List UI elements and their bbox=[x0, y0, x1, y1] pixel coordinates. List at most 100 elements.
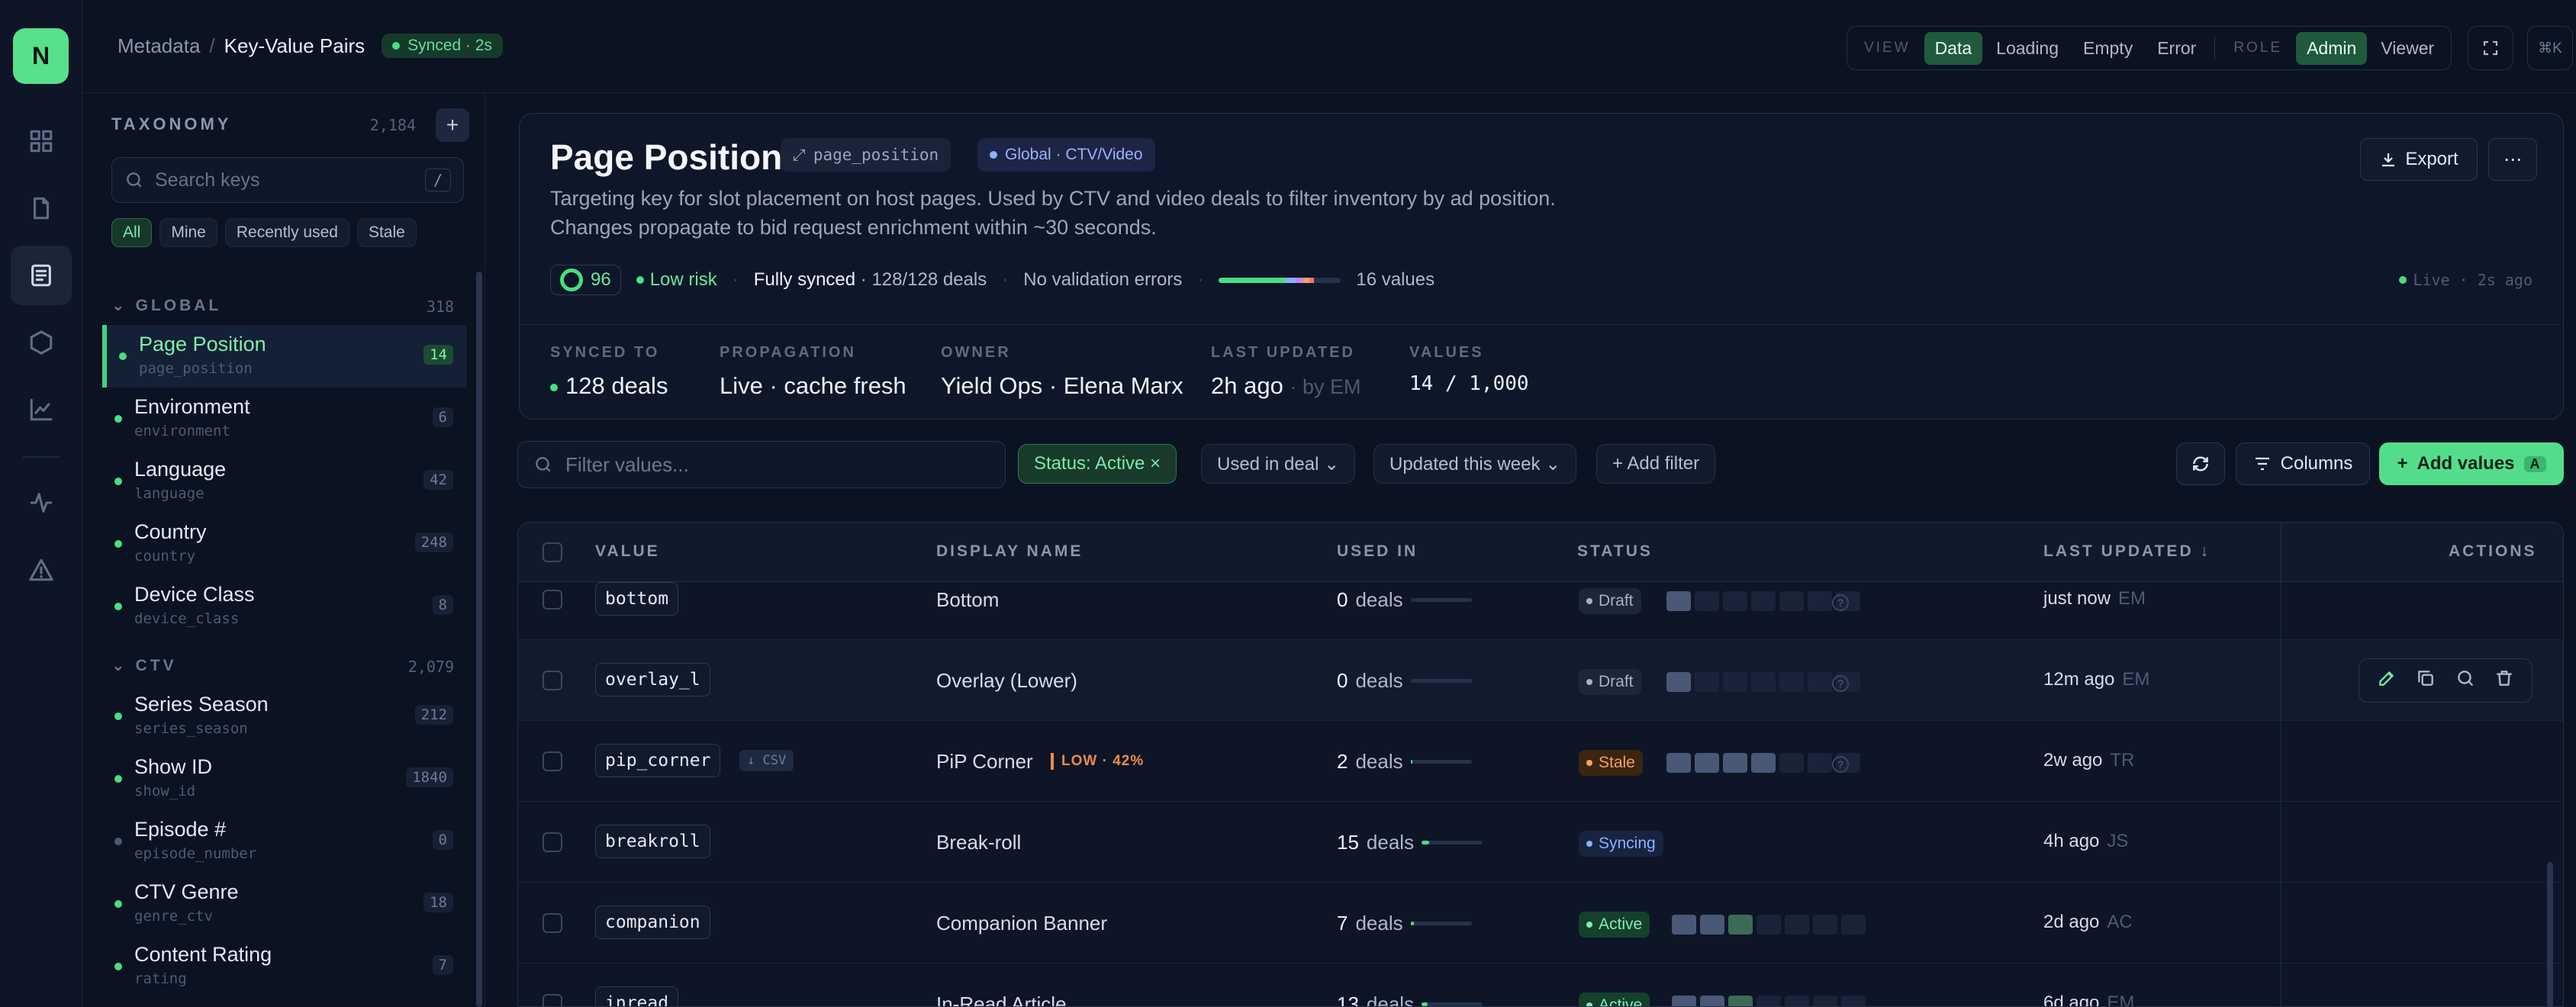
role-label: ROLE bbox=[2233, 40, 2283, 56]
filter-chip-stale[interactable]: Stale bbox=[356, 218, 417, 247]
display-name: Break-roll bbox=[936, 831, 1022, 854]
live-text: Live · 2s ago bbox=[2413, 271, 2533, 289]
dashboard-icon[interactable] bbox=[11, 111, 72, 171]
help-icon[interactable]: ? bbox=[1832, 675, 1849, 692]
key-value-icon[interactable] bbox=[11, 246, 72, 305]
key-description-line-1: Targeting key for slot placement on host… bbox=[550, 187, 1556, 210]
sidebar-key-device-class[interactable]: Device Class device_class 8 bbox=[102, 575, 467, 638]
key-search-input[interactable]: Search keys / bbox=[111, 157, 464, 203]
values-filter-input[interactable]: Filter values... bbox=[517, 441, 1006, 488]
filter-updated-this-week[interactable]: Updated this week ⌄ bbox=[1373, 444, 1577, 484]
add-values-button[interactable]: + Add values A bbox=[2379, 442, 2564, 485]
value-code[interactable]: overlay_l bbox=[595, 663, 710, 697]
key-id: series_season bbox=[134, 720, 248, 737]
help-icon[interactable]: ? bbox=[1832, 594, 1849, 611]
value-code[interactable]: inread bbox=[595, 986, 679, 1006]
columns-button[interactable]: Columns bbox=[2236, 442, 2370, 485]
more-menu-button[interactable]: ⋯ bbox=[2488, 138, 2537, 181]
health-score: 96 bbox=[550, 265, 621, 295]
group-header-ctv[interactable]: ⌄ CTV bbox=[111, 656, 177, 675]
inspect-icon[interactable] bbox=[2455, 668, 2475, 693]
sidebar-key-ctv-genre[interactable]: CTV Genre genre_ctv 18 bbox=[102, 873, 467, 935]
table-row[interactable]: bottom Bottom 0 deals Draft? just now EM bbox=[518, 559, 2563, 640]
sidebar-key-language[interactable]: Language language 42 bbox=[102, 450, 467, 513]
add-key-button[interactable]: + bbox=[436, 108, 469, 142]
activity-icon[interactable] bbox=[11, 473, 72, 532]
edit-icon[interactable] bbox=[2377, 668, 2397, 693]
sidebar-title: TAXONOMY bbox=[111, 114, 232, 134]
row-checkbox[interactable] bbox=[543, 590, 562, 610]
key-id-tag[interactable]: ⤢ page_position bbox=[781, 138, 952, 172]
cube-icon[interactable] bbox=[11, 313, 72, 372]
sync-badge: Synced · 2s bbox=[382, 34, 504, 58]
sidebar-key-content-rating[interactable]: Content Rating rating 7 bbox=[102, 935, 467, 998]
activity-sparkline bbox=[1666, 672, 1860, 692]
view-option-error[interactable]: Error bbox=[2146, 32, 2207, 65]
row-checkbox[interactable] bbox=[543, 994, 562, 1006]
row-checkbox[interactable] bbox=[543, 832, 562, 852]
workspace-logo[interactable]: N bbox=[13, 28, 69, 84]
chart-icon[interactable] bbox=[11, 380, 72, 439]
column-header-value[interactable]: VALUE bbox=[595, 542, 660, 561]
sidebar-key-country[interactable]: Country country 248 bbox=[102, 513, 467, 575]
column-header-last-updated[interactable]: LAST UPDATED ↓ bbox=[2043, 542, 2211, 561]
last-updated: 4h ago JS bbox=[2043, 831, 2129, 851]
value-code[interactable]: companion bbox=[595, 906, 710, 939]
role-option-viewer[interactable]: Viewer bbox=[2370, 32, 2445, 65]
alert-icon[interactable] bbox=[11, 540, 72, 600]
key-count: 212 bbox=[414, 705, 453, 725]
refresh-button[interactable] bbox=[2176, 442, 2225, 485]
filter-chip-recent[interactable]: Recently used bbox=[224, 218, 349, 247]
column-header-actions: ACTIONS bbox=[2449, 542, 2537, 560]
table-row[interactable]: pip_corner ↓ CSV PiP Corner LOW · 42% 2 deals… bbox=[518, 721, 2563, 802]
table-row[interactable]: breakroll Break-roll 15 deals Syncing 4h ago J… bbox=[518, 802, 2563, 883]
view-option-loading[interactable]: Loading bbox=[1985, 32, 2069, 65]
sidebar-key-show-id[interactable]: Show ID show_id 1840 bbox=[102, 748, 467, 810]
display-name: In-Read Article bbox=[936, 993, 1067, 1007]
command-palette-button[interactable]: ⌘K bbox=[2527, 26, 2573, 70]
view-option-data[interactable]: Data bbox=[1924, 31, 1983, 65]
row-checkbox[interactable] bbox=[543, 671, 562, 690]
filter-chip-mine[interactable]: Mine bbox=[159, 218, 217, 247]
table-row[interactable]: companion Companion Banner 7 deals Active 2d … bbox=[518, 883, 2563, 964]
activity-sparkline bbox=[1666, 591, 1860, 611]
document-icon[interactable] bbox=[11, 179, 72, 238]
row-checkbox[interactable] bbox=[543, 913, 562, 933]
breadcrumb-root[interactable]: Metadata bbox=[118, 34, 200, 58]
export-button[interactable]: Export bbox=[2360, 138, 2478, 181]
status-text: Active bbox=[1599, 996, 1643, 1007]
table-row[interactable]: inread In-Read Article 13 deals Active 6d ago… bbox=[518, 964, 2563, 1007]
sidebar-key-series-season[interactable]: Series Season series_season 212 bbox=[102, 685, 467, 748]
sidebar-key-episode-number[interactable]: Episode # episode_number 0 bbox=[102, 810, 467, 873]
value-code[interactable]: breakroll bbox=[595, 825, 710, 858]
filter-chip-all[interactable]: All bbox=[111, 218, 153, 247]
role-option-admin[interactable]: Admin bbox=[2296, 31, 2368, 65]
taxonomy-sidebar: TAXONOMY 2,184 + Search keys / All Mine … bbox=[89, 93, 485, 1007]
table-scrollbar[interactable] bbox=[2547, 862, 2553, 1007]
column-header-display-name[interactable]: DISPLAY NAME bbox=[936, 542, 1083, 561]
scope-text: Global · CTV/Video bbox=[1005, 146, 1143, 163]
value-code[interactable]: pip_corner bbox=[595, 744, 721, 777]
value-code[interactable]: bottom bbox=[595, 582, 679, 616]
sidebar-key-page-position[interactable]: Page Position page_position 14 bbox=[102, 325, 467, 388]
updated-by: JS bbox=[2107, 831, 2129, 851]
table-row[interactable]: overlay_l Overlay (Lower) 0 deals Draft? 12m … bbox=[518, 640, 2563, 721]
column-header-status[interactable]: STATUS bbox=[1577, 542, 1653, 561]
group-header-global[interactable]: ⌄ GLOBAL bbox=[111, 296, 221, 315]
add-filter-button[interactable]: + Add filter bbox=[1596, 444, 1716, 484]
filter-status-active[interactable]: Status: Active × bbox=[1018, 444, 1177, 484]
view-option-empty[interactable]: Empty bbox=[2072, 32, 2143, 65]
sidebar-scrollbar[interactable] bbox=[476, 272, 482, 1007]
row-checkbox[interactable] bbox=[543, 751, 562, 771]
help-icon[interactable]: ? bbox=[1832, 756, 1849, 773]
fullscreen-icon[interactable] bbox=[2468, 26, 2513, 70]
filter-used-in-deal[interactable]: Used in deal ⌄ bbox=[1201, 444, 1356, 484]
status-text: Draft bbox=[1599, 673, 1634, 690]
key-name: Language bbox=[134, 458, 227, 481]
delete-icon[interactable] bbox=[2494, 668, 2514, 693]
used-in-deals: 2 deals bbox=[1337, 750, 1472, 774]
used-count: 7 bbox=[1337, 912, 1348, 935]
duplicate-icon[interactable] bbox=[2416, 668, 2436, 693]
sidebar-key-environment[interactable]: Environment environment 6 bbox=[102, 388, 467, 450]
column-header-used-in[interactable]: USED IN bbox=[1337, 542, 1418, 561]
